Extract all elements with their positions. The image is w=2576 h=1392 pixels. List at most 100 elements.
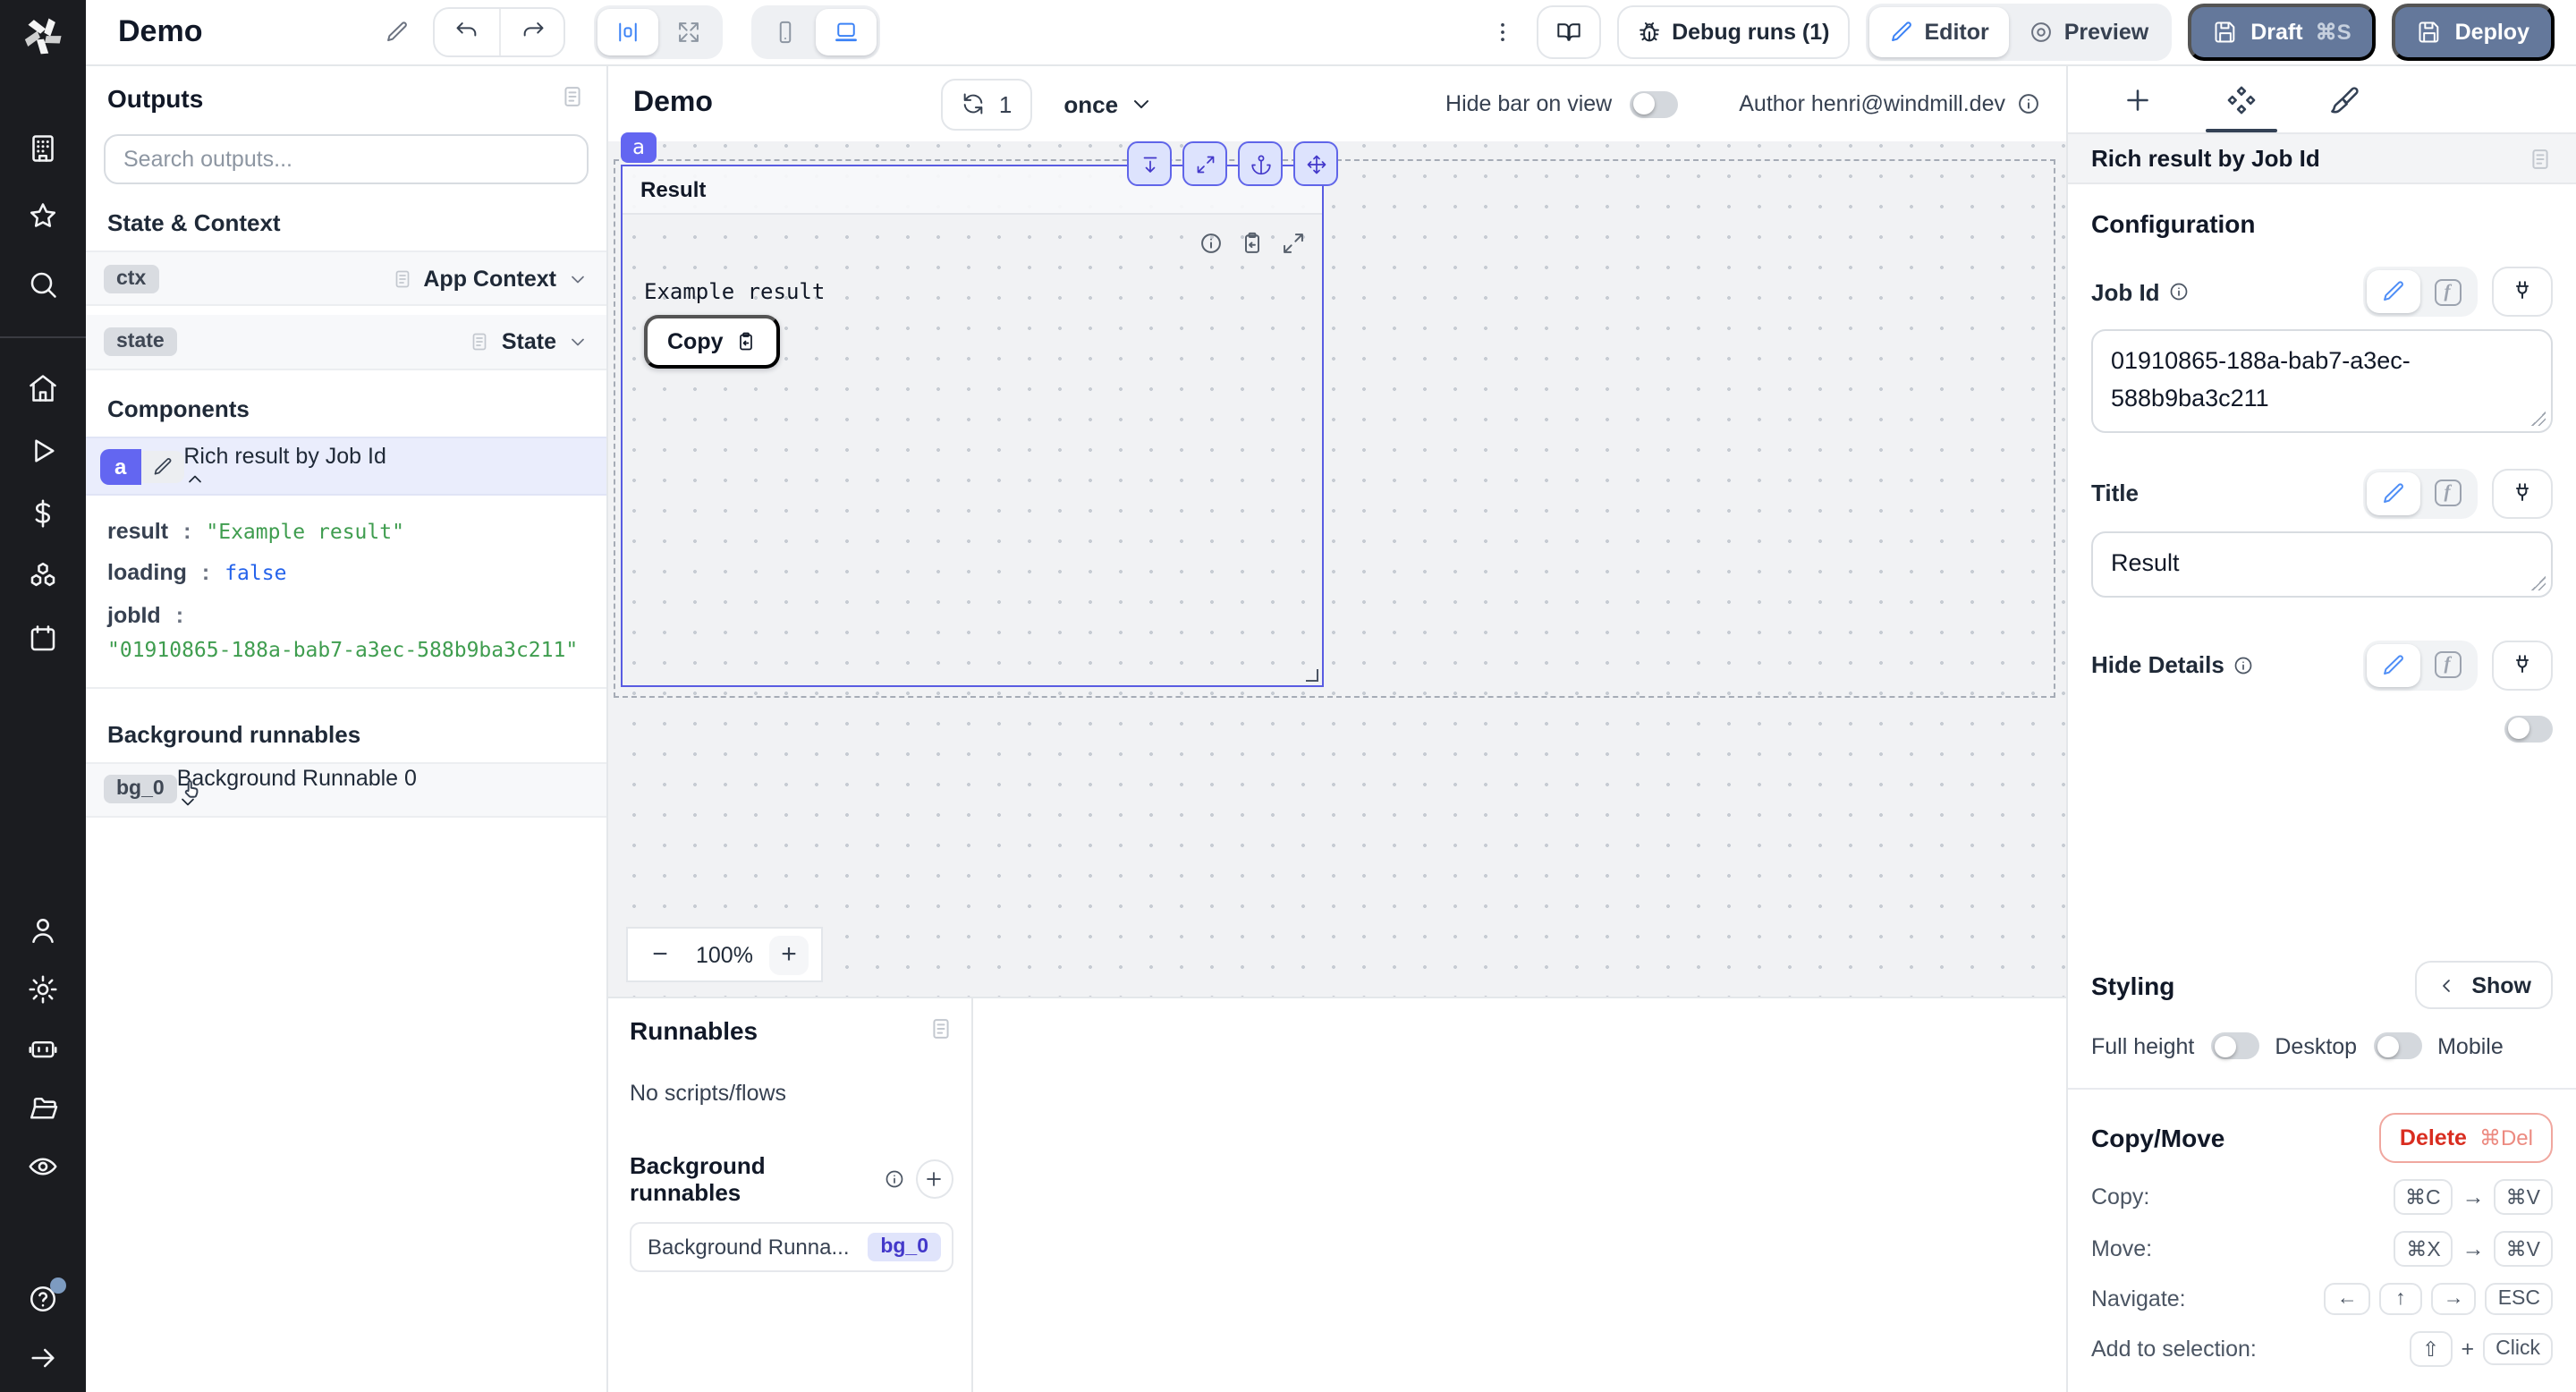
function-mode[interactable]: f [2420, 472, 2474, 515]
textarea-resize-handle[interactable] [2531, 575, 2546, 590]
refresh-count: 1 [998, 90, 1013, 117]
resources-boxes-icon[interactable] [27, 560, 59, 592]
connect-plug-button[interactable] [2492, 468, 2553, 519]
add-background-runnable-button[interactable] [915, 1159, 953, 1199]
component-a-row[interactable]: a Rich result by Job Id [86, 437, 606, 496]
delete-button[interactable]: Delete ⌘Del [2379, 1113, 2553, 1163]
undo-button[interactable] [435, 9, 499, 55]
move-handle[interactable] [1293, 141, 1338, 186]
home-icon[interactable] [27, 372, 59, 404]
static-pencil-mode[interactable] [2367, 270, 2420, 313]
info-icon[interactable] [2169, 281, 2190, 302]
expand-result-icon[interactable] [1281, 231, 1306, 256]
favorites-star-icon[interactable] [27, 200, 59, 233]
redo-button[interactable] [499, 9, 564, 55]
connect-plug-button[interactable] [2492, 640, 2553, 691]
bg-runnable-row[interactable]: bg_0 Background Runnable 0 [86, 761, 606, 817]
settings-gear-icon[interactable] [27, 973, 59, 1006]
bg-runnable-label: Background Runnable 0 [176, 766, 417, 791]
chevron-down-icon[interactable] [567, 331, 589, 352]
state-row[interactable]: state State [86, 315, 606, 370]
windmill-logo[interactable] [20, 13, 66, 68]
full-height-toggle[interactable] [2210, 1032, 2259, 1059]
chevron-down-icon [1134, 100, 1149, 109]
fullwidth-layout-button[interactable] [658, 9, 719, 55]
user-icon[interactable] [27, 914, 59, 946]
hide-details-toggle[interactable] [2504, 715, 2553, 743]
job-id-input[interactable]: 01910865-188a-bab7-a3ec-588b9ba3c211 [2091, 329, 2553, 433]
function-mode[interactable]: f [2420, 270, 2474, 313]
mobile-view-button[interactable] [755, 9, 816, 55]
fullscreen-handle[interactable] [1182, 141, 1227, 186]
info-icon[interactable] [2016, 91, 2041, 116]
selected-component[interactable]: a Result Example result Copy [620, 132, 1338, 687]
docs-book-button[interactable] [1536, 5, 1601, 59]
connect-plug-button[interactable] [2492, 267, 2553, 317]
static-pencil-mode[interactable] [2367, 471, 2420, 515]
static-pencil-mode[interactable] [2367, 643, 2420, 687]
expand-down-handle[interactable] [1127, 141, 1172, 186]
workspace-icon[interactable] [27, 132, 59, 165]
chevron-down-icon[interactable] [567, 267, 589, 289]
doc-icon [473, 333, 487, 351]
ctx-row[interactable]: ctx App Context [86, 250, 606, 306]
schedules-calendar-icon[interactable] [27, 623, 59, 655]
info-icon[interactable] [1199, 231, 1224, 256]
band-doc-icon[interactable] [2528, 146, 2553, 171]
deploy-button[interactable]: Deploy [2392, 4, 2555, 61]
component-edit-pencil-icon[interactable] [140, 450, 184, 482]
workers-robot-icon[interactable] [27, 1032, 59, 1065]
field-result[interactable]: result : "Example result" [107, 515, 585, 550]
field-loading[interactable]: loading : false [107, 557, 585, 592]
zoom-in-button[interactable]: + [768, 935, 809, 974]
resize-corner-handle[interactable] [1306, 669, 1318, 682]
tab-styling[interactable] [2293, 66, 2397, 132]
debug-runs-button[interactable]: Debug runs (1) [1616, 5, 1850, 59]
show-styling-button[interactable]: Show [2414, 961, 2553, 1009]
section-divider [2068, 1088, 2576, 1090]
hide-details-label: Hide Details [2091, 651, 2224, 679]
hide-bar-toggle[interactable] [1630, 90, 1679, 117]
rename-pencil-icon[interactable] [385, 20, 410, 45]
refresh-counter-button[interactable]: 1 [941, 78, 1032, 130]
editor-tab[interactable]: Editor [1868, 7, 2009, 57]
search-icon[interactable] [27, 268, 59, 301]
background-runnable-item[interactable]: Background Runna... bg_0 [630, 1222, 953, 1272]
audit-eye-icon[interactable] [27, 1150, 59, 1183]
tab-component-settings[interactable] [2190, 66, 2293, 132]
field-jobid[interactable]: jobId : "01910865-188a-bab7-a3ec-588b9ba… [107, 599, 585, 669]
desktop-mobile-toggle[interactable] [2373, 1032, 2422, 1059]
field-key: loading [107, 560, 187, 586]
center-layout-button[interactable] [597, 9, 659, 55]
collapse-arrow-icon[interactable] [27, 1342, 59, 1374]
canvas-viewport[interactable]: a Result Example result Copy − 100% + [608, 132, 2066, 997]
zoom-out-button[interactable]: − [640, 935, 680, 974]
copy-button[interactable]: Copy [644, 315, 781, 369]
shortcut-navigate-row: Navigate: ← ↑ → ESC [2091, 1283, 2553, 1315]
chevron-up-icon[interactable] [183, 468, 386, 489]
chevron-down-icon[interactable] [177, 791, 417, 812]
copy-result-clipboard-icon[interactable] [1240, 231, 1265, 256]
field-key: jobId [107, 602, 161, 628]
runnables-doc-icon[interactable] [928, 1016, 953, 1041]
function-mode[interactable]: f [2420, 644, 2474, 687]
runs-play-icon[interactable] [27, 435, 59, 467]
schedule-dropdown[interactable]: once [1063, 90, 1154, 117]
outputs-doc-icon[interactable] [560, 84, 585, 109]
draft-save-button[interactable]: Draft ⌘S [2188, 4, 2377, 61]
help-icon[interactable] [27, 1277, 66, 1315]
anchor-handle[interactable] [1238, 141, 1283, 186]
search-outputs-input[interactable] [104, 134, 589, 184]
folders-icon[interactable] [27, 1091, 59, 1124]
preview-tab[interactable]: Preview [2009, 7, 2169, 57]
usage-dollar-icon[interactable] [27, 497, 59, 530]
field-key: result [107, 519, 169, 544]
info-icon[interactable] [2233, 655, 2255, 676]
info-icon[interactable] [884, 1168, 905, 1190]
tab-insert-component[interactable] [2086, 66, 2190, 132]
title-input[interactable]: Result [2091, 530, 2553, 598]
textarea-resize-handle[interactable] [2531, 411, 2546, 426]
field-value: "01910865-188a-bab7-a3ec-588b9ba3c211" [107, 637, 579, 663]
more-menu-icon[interactable] [1484, 20, 1520, 45]
desktop-view-button[interactable] [816, 9, 877, 55]
